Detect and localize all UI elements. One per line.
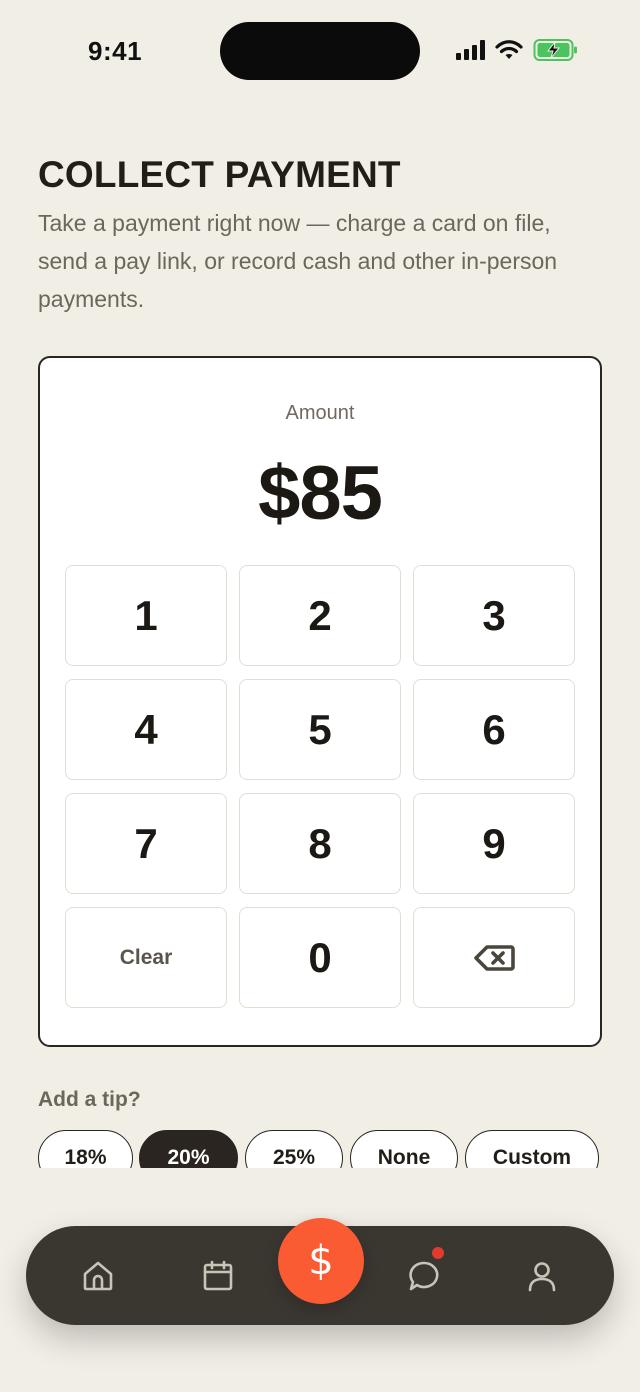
status-time: 9:41 bbox=[88, 36, 143, 66]
keypad-key-3[interactable]: 3 bbox=[413, 565, 575, 666]
nav-messages[interactable] bbox=[404, 1256, 444, 1296]
keypad-key-2[interactable]: 2 bbox=[239, 565, 401, 666]
nav-home[interactable] bbox=[78, 1256, 118, 1296]
tip-chip-25[interactable]: 25% bbox=[245, 1130, 343, 1168]
amount-value: $85 bbox=[258, 451, 383, 536]
keypad-key-9[interactable]: 9 bbox=[413, 793, 575, 894]
nav-calendar[interactable] bbox=[198, 1256, 238, 1296]
keypad-key-0[interactable]: 0 bbox=[239, 907, 401, 1008]
tip-chip-custom[interactable]: Custom bbox=[465, 1130, 599, 1168]
amount-label: Amount bbox=[285, 402, 355, 424]
nav-profile[interactable] bbox=[522, 1256, 562, 1296]
tip-label: Add a tip? bbox=[38, 1088, 141, 1111]
dollar-icon: $ bbox=[308, 1238, 334, 1284]
status-icons bbox=[456, 38, 579, 62]
status-bar: 9:41 bbox=[0, 0, 640, 104]
keypad-key-1[interactable]: 1 bbox=[65, 565, 227, 666]
keypad-key-6[interactable]: 6 bbox=[413, 679, 575, 780]
page-title: COLLECT PAYMENT bbox=[38, 154, 401, 195]
signal-icon bbox=[456, 40, 485, 60]
nav-payment-button[interactable]: $ bbox=[278, 1218, 364, 1304]
backspace-button[interactable] bbox=[413, 907, 575, 1008]
keypad-key-4[interactable]: 4 bbox=[65, 679, 227, 780]
page-description: Take a payment right now — charge a card… bbox=[38, 210, 558, 312]
chat-icon bbox=[409, 1261, 439, 1291]
payment-card: Amount $85 1 2 3 4 5 6 7 8 9 Clear 0 bbox=[38, 356, 602, 1047]
notification-dot bbox=[432, 1247, 444, 1259]
wifi-icon bbox=[495, 40, 523, 59]
keypad-key-5[interactable]: 5 bbox=[239, 679, 401, 780]
keypad-key-7[interactable]: 7 bbox=[65, 793, 227, 894]
profile-icon bbox=[528, 1262, 556, 1292]
battery-charging-icon bbox=[533, 39, 577, 61]
tip-chip-none[interactable]: None bbox=[350, 1130, 458, 1168]
tip-chip-20[interactable]: 20% bbox=[139, 1130, 238, 1168]
backspace-icon bbox=[474, 944, 515, 971]
home-icon bbox=[83, 1261, 113, 1291]
clear-button[interactable]: Clear bbox=[65, 907, 227, 1008]
dynamic-island bbox=[220, 22, 420, 80]
keypad-key-8[interactable]: 8 bbox=[239, 793, 401, 894]
calendar-icon bbox=[203, 1260, 233, 1291]
tip-options: 18% 20% 25% None Custom bbox=[0, 1128, 640, 1168]
tip-chip-18[interactable]: 18% bbox=[38, 1130, 133, 1168]
